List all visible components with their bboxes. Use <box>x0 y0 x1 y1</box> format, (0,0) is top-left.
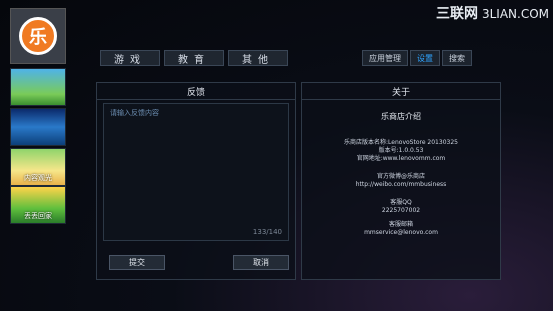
tab-other[interactable]: 其他 <box>228 50 288 66</box>
thumbnail-label: 丢丢回家 <box>24 212 52 220</box>
sidebar-app-thumbnail-1[interactable] <box>10 68 66 106</box>
submit-button[interactable]: 提交 <box>109 255 165 270</box>
email-label: 客服邮箱 <box>388 221 413 228</box>
category-tabs: 游戏 教育 其他 <box>100 50 292 66</box>
website: 官网地址:www.lenovomm.com <box>356 155 446 162</box>
feedback-placeholder: 请输入反馈内容 <box>110 109 159 117</box>
feedback-panel: 反馈 请输入反馈内容 133/140 提交 取消 <box>96 82 296 280</box>
weibo-url: http://weibo.com/mmbusiness <box>355 181 447 188</box>
sidebar-app-thumbnail-2[interactable] <box>10 108 66 146</box>
intro-title: 乐商店介绍 <box>381 112 421 121</box>
watermark-sub: 3LIAN.COM <box>481 7 549 21</box>
character-counter: 133/140 <box>252 228 282 236</box>
watermark-main: 三联网 <box>435 6 478 22</box>
tab-settings[interactable]: 设置 <box>410 50 440 66</box>
feedback-input[interactable]: 请输入反馈内容 133/140 <box>103 103 289 241</box>
email-address: mmservice@lenovo.com <box>364 229 438 236</box>
qq-info: 客服QQ 2225707002 <box>302 199 500 215</box>
feedback-title: 反馈 <box>97 83 295 100</box>
tab-search[interactable]: 搜索 <box>442 50 472 66</box>
version-number: 版本号:1.0.0.53 <box>378 147 424 154</box>
version-info: 乐商店版本名称:LenovoStore 20130325 版本号:1.0.0.5… <box>302 139 500 163</box>
tab-games[interactable]: 游戏 <box>100 50 160 66</box>
sidebar-app-thumbnail-4[interactable]: 丢丢回家 <box>10 186 66 224</box>
weibo-label: 官方微博@乐商店 <box>376 173 425 180</box>
app-logo-tile[interactable]: 乐 <box>10 8 66 64</box>
weibo-info: 官方微博@乐商店 http://weibo.com/mmbusiness <box>302 173 500 189</box>
sidebar-app-thumbnail-3[interactable]: 内容观光 <box>10 148 66 186</box>
watermark: 三联网 3LIAN.COM <box>436 3 549 23</box>
version-full: 乐商店版本名称:LenovoStore 20130325 <box>344 139 458 146</box>
email-info: 客服邮箱 mmservice@lenovo.com <box>302 221 500 237</box>
qq-number: 2225707002 <box>381 207 421 214</box>
about-title: 关于 <box>302 83 500 100</box>
cancel-button[interactable]: 取消 <box>233 255 289 270</box>
lenovo-store-logo-icon: 乐 <box>19 17 57 55</box>
tab-app-management[interactable]: 应用管理 <box>362 50 408 66</box>
utility-tabs: 应用管理 设置 搜索 <box>362 50 474 66</box>
about-panel: 关于 乐商店介绍 乐商店版本名称:LenovoStore 20130325 版本… <box>301 82 501 280</box>
tab-education[interactable]: 教育 <box>164 50 224 66</box>
qq-label: 客服QQ <box>390 199 412 206</box>
thumbnail-label: 内容观光 <box>24 174 52 182</box>
